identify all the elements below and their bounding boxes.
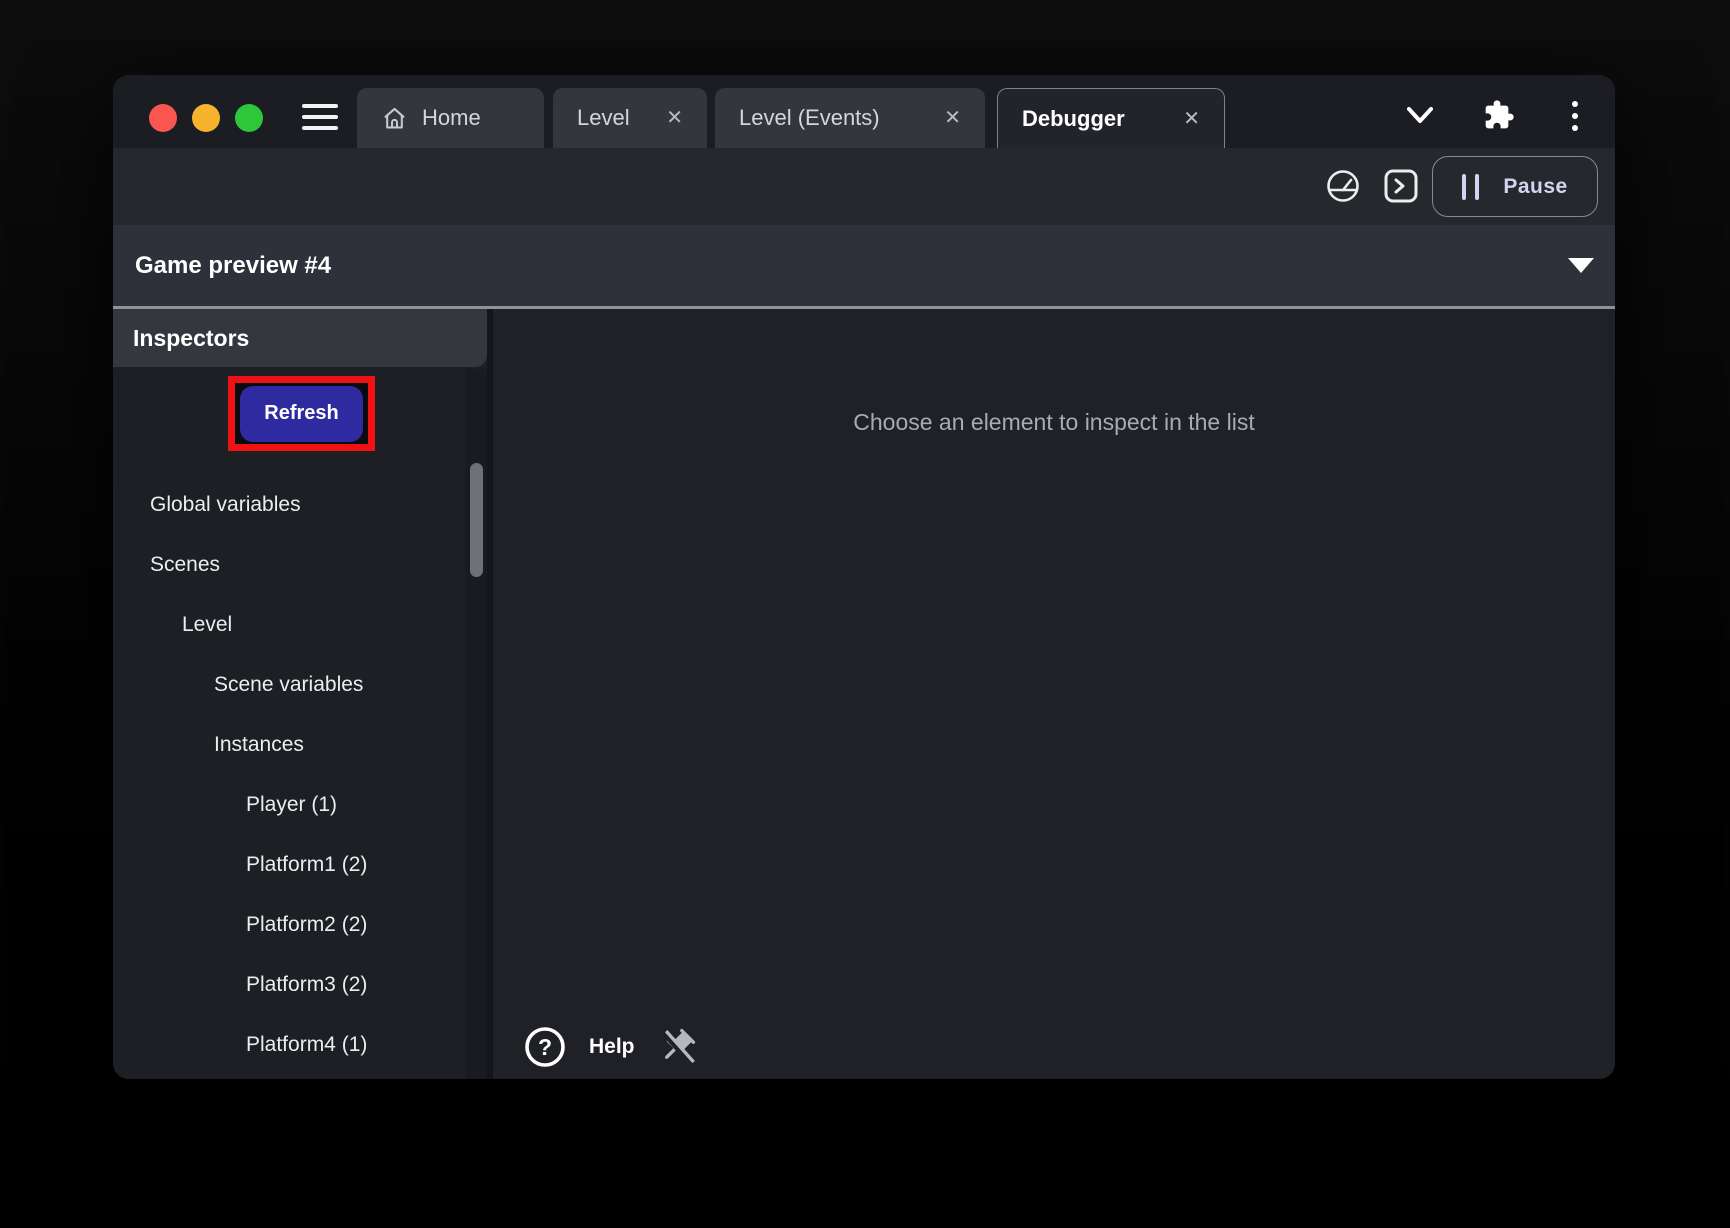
- inspectors-sidebar: Inspectors Refresh Global variablesScene…: [113, 309, 487, 1079]
- inspector-detail-area: Choose an element to inspect in the list…: [493, 309, 1615, 1079]
- tree-item-platform4-1[interactable]: Platform4 (1): [113, 1015, 465, 1075]
- desktop: { "window": { "tabs": [ {"label": "Home"…: [0, 0, 1730, 1228]
- tree-item-player-1[interactable]: Player (1): [113, 775, 465, 835]
- help-button[interactable]: Help: [589, 1035, 635, 1059]
- window-maximize-button[interactable]: [235, 104, 263, 132]
- close-icon[interactable]: ✕: [666, 108, 683, 128]
- inspector-tree: Global variablesScenesLevelScene variabl…: [113, 475, 465, 1075]
- annotation-highlight: Refresh: [228, 376, 375, 451]
- scrollbar-thumb[interactable]: [470, 463, 483, 577]
- profiler-gauge-icon[interactable]: [1324, 167, 1362, 205]
- dropdown-caret-icon[interactable]: [1568, 258, 1594, 273]
- close-icon[interactable]: ✕: [944, 108, 961, 128]
- help-icon[interactable]: ?: [523, 1025, 567, 1069]
- debugger-toolbar: Pause: [113, 148, 1615, 225]
- kebab-menu-icon[interactable]: [1571, 101, 1579, 135]
- refresh-button[interactable]: Refresh: [240, 386, 363, 442]
- tab-level[interactable]: Level ✕: [553, 88, 707, 148]
- window-minimize-button[interactable]: [192, 104, 220, 132]
- inspectors-header: Inspectors: [113, 309, 487, 367]
- tree-item-instances[interactable]: Instances: [113, 715, 465, 775]
- tree-item-scene-variables[interactable]: Scene variables: [113, 655, 465, 715]
- tab-home-label: Home: [422, 105, 481, 131]
- tab-home[interactable]: Home: [357, 88, 544, 148]
- help-row: ? Help: [523, 1021, 697, 1073]
- unpin-icon[interactable]: [657, 1027, 697, 1067]
- window-close-button[interactable]: [149, 104, 177, 132]
- debugger-window: Home Level ✕ Level (Events) ✕ Debugger ✕: [113, 75, 1615, 1079]
- tree-item-platform3-2[interactable]: Platform3 (2): [113, 955, 465, 1015]
- pause-button-label: Pause: [1503, 175, 1567, 199]
- tree-item-platform2-2[interactable]: Platform2 (2): [113, 895, 465, 955]
- tab-debugger[interactable]: Debugger ✕: [997, 88, 1225, 149]
- home-icon: [381, 105, 408, 132]
- extensions-puzzle-icon[interactable]: [1483, 99, 1515, 131]
- game-preview-title: Game preview #4: [135, 225, 331, 306]
- pause-button[interactable]: Pause: [1432, 156, 1598, 217]
- svg-text:?: ?: [538, 1034, 552, 1060]
- tree-item-platform1-2[interactable]: Platform1 (2): [113, 835, 465, 895]
- tree-item-global-variables[interactable]: Global variables: [113, 475, 465, 535]
- tree-item-scenes[interactable]: Scenes: [113, 535, 465, 595]
- pause-icon: [1462, 174, 1479, 200]
- game-preview-header[interactable]: Game preview #4: [113, 225, 1615, 306]
- tab-level-events[interactable]: Level (Events) ✕: [715, 88, 985, 148]
- empty-state-message: Choose an element to inspect in the list: [493, 409, 1615, 436]
- debugger-content: Inspectors Refresh Global variablesScene…: [113, 309, 1615, 1079]
- tab-debugger-label: Debugger: [1022, 106, 1125, 132]
- console-icon[interactable]: [1382, 167, 1420, 205]
- menu-icon[interactable]: [302, 104, 338, 130]
- tab-level-events-label: Level (Events): [739, 105, 880, 131]
- chevron-down-icon[interactable]: [1405, 104, 1435, 126]
- close-icon[interactable]: ✕: [1183, 109, 1200, 129]
- tab-bar: Home Level ✕ Level (Events) ✕ Debugger ✕: [113, 75, 1615, 148]
- tab-level-label: Level: [577, 105, 630, 131]
- tree-item-level[interactable]: Level: [113, 595, 465, 655]
